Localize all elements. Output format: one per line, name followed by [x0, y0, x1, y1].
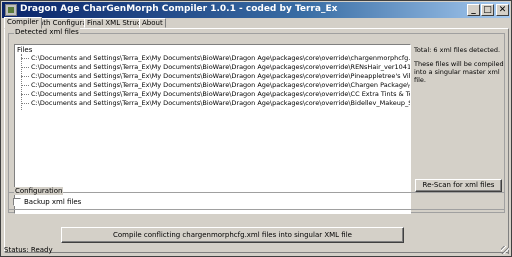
minimize-button[interactable]: _ — [467, 4, 480, 16]
title-bar[interactable]: Dragon Age CharGenMorph Compiler 1.0.1 -… — [2, 2, 510, 18]
detected-files-group: Detected xml files Files C:\Documents an… — [8, 28, 505, 214]
tree-file-item[interactable]: C:\Documents and Settings\Terra_Ex\My Do… — [21, 81, 410, 89]
compile-note-text: These files will be compiled into a sing… — [414, 60, 504, 84]
tree-file-item[interactable]: C:\Documents and Settings\Terra_Ex\My Do… — [21, 63, 410, 71]
window-title: Dragon Age CharGenMorph Compiler 1.0.1 -… — [20, 4, 338, 14]
configuration-group: Configuration Backup xml files — [8, 187, 505, 210]
files-tree[interactable]: Files C:\Documents and Settings\Terra_Ex… — [14, 44, 411, 214]
configuration-legend: Configuration — [14, 187, 64, 195]
tree-file-item[interactable]: C:\Documents and Settings\Terra_Ex\My Do… — [21, 99, 410, 107]
rescan-button[interactable]: Re-Scan for xml files — [415, 179, 502, 192]
close-button[interactable]: ✕ — [496, 4, 509, 16]
tree-file-item[interactable]: C:\Documents and Settings\Terra_Ex\My Do… — [21, 72, 410, 80]
backup-checkbox[interactable] — [13, 198, 21, 206]
tree-file-item[interactable]: C:\Documents and Settings\Terra_Ex\My Do… — [21, 54, 410, 62]
compiler-tab-panel: Detected xml files Files C:\Documents an… — [4, 28, 509, 253]
resize-grip[interactable] — [501, 246, 509, 254]
tab-compiler[interactable]: Compiler — [4, 17, 42, 29]
detected-files-legend: Detected xml files — [14, 28, 80, 36]
tab-about[interactable]: About — [139, 18, 166, 28]
tree-file-item[interactable]: C:\Documents and Settings\Terra_Ex\My Do… — [21, 90, 410, 98]
total-files-text: Total: 6 xml files detected. — [414, 46, 501, 54]
main-window: Dragon Age CharGenMorph Compiler 1.0.1 -… — [0, 0, 512, 257]
status-bar-text: Status: Ready — [4, 246, 53, 254]
tree-root-files[interactable]: Files — [17, 46, 32, 54]
app-icon — [5, 4, 17, 16]
maximize-button[interactable]: □ — [481, 4, 494, 16]
compile-button[interactable]: Compile conflicting chargenmorphcfg.xml … — [61, 227, 404, 243]
backup-label[interactable]: Backup xml files — [24, 198, 81, 206]
